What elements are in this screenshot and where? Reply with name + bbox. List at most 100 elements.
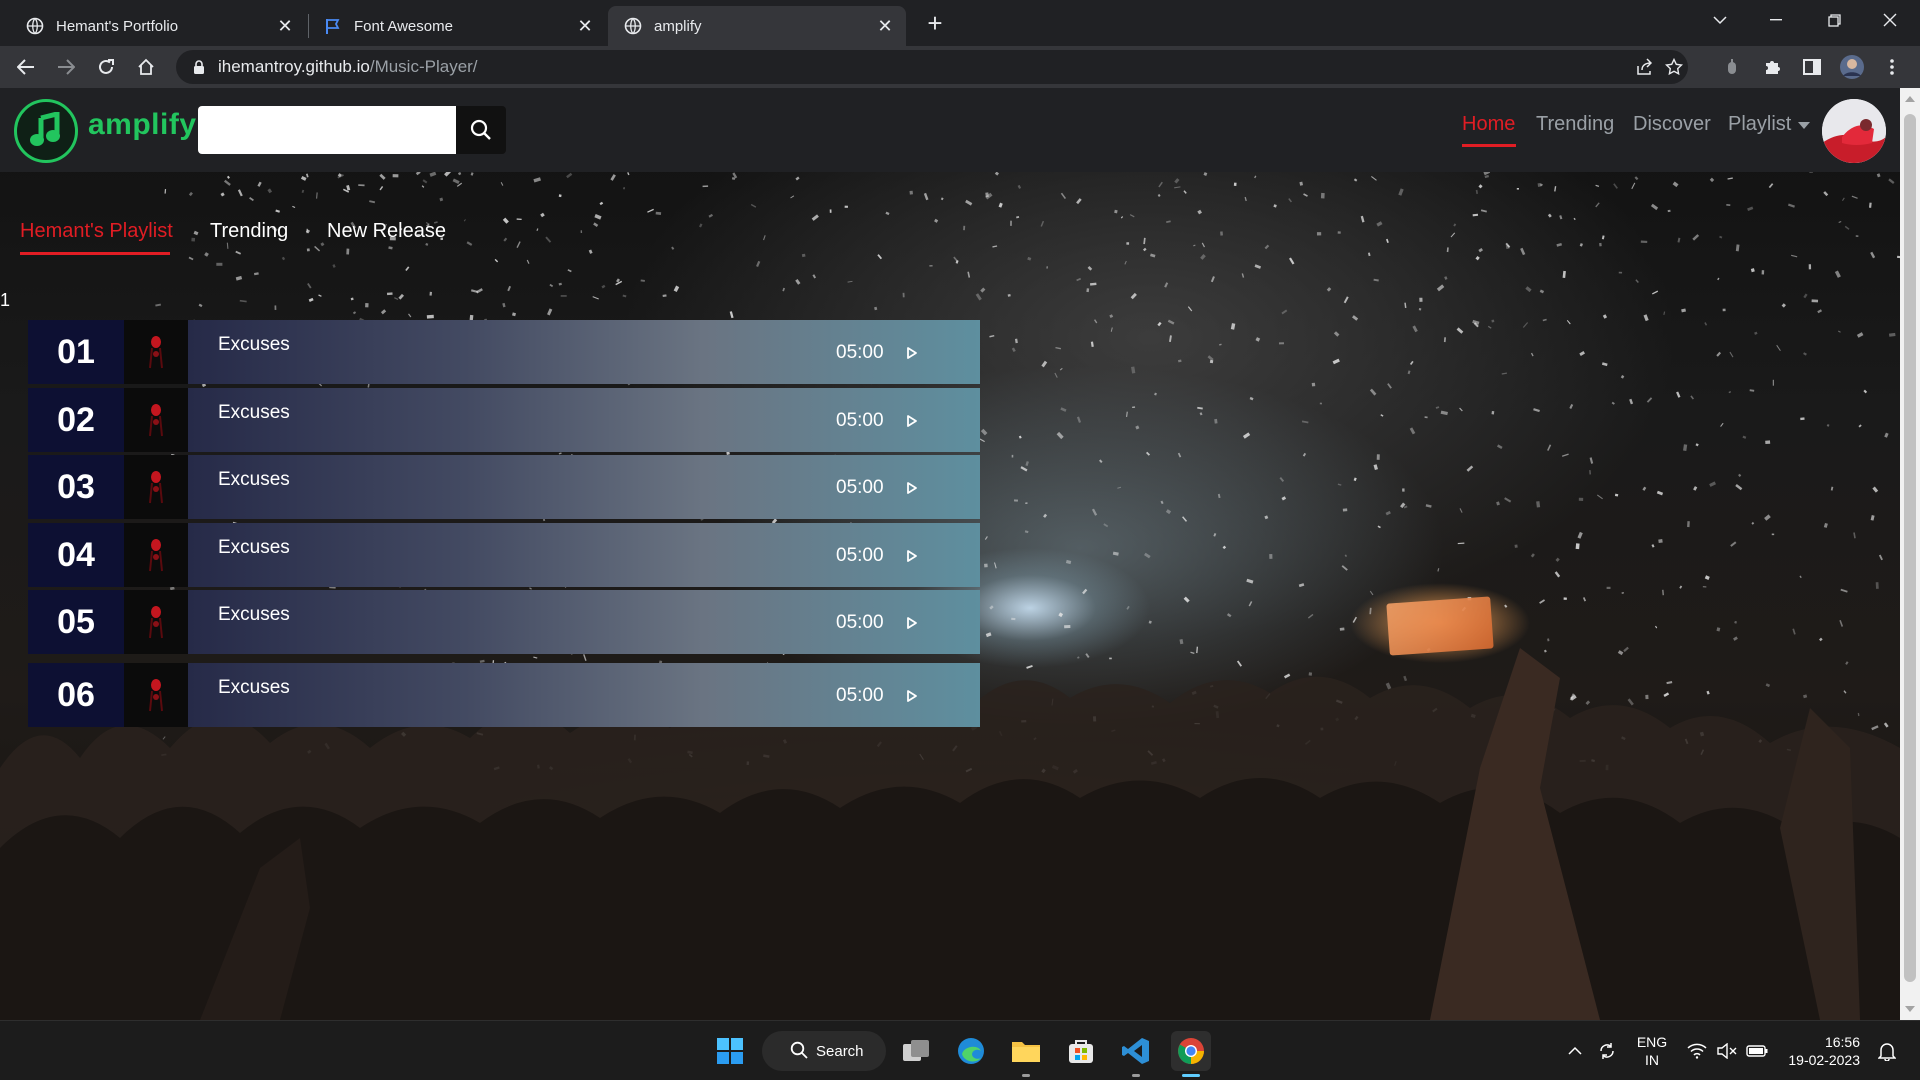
play-icon[interactable] [906,346,918,360]
close-icon[interactable]: ✕ [876,16,894,36]
clock[interactable]: 16:56 19-02-2023 [1780,1033,1860,1069]
edge-browser-icon[interactable] [951,1031,991,1071]
restore-button[interactable] [1806,0,1862,40]
address-bar[interactable]: ihemantroy.github.io/Music-Player/ [176,50,1688,84]
chrome-menu-icon[interactable] [1876,51,1908,83]
language-indicator[interactable]: ENG IN [1632,1033,1672,1069]
new-tab-button[interactable]: + [920,8,950,38]
logo-text[interactable]: amplify [88,108,197,142]
reload-button[interactable] [90,51,122,83]
play-icon[interactable] [906,689,918,703]
chevron-down-icon[interactable] [1798,122,1810,129]
play-icon[interactable] [906,414,918,428]
running-indicator [1022,1074,1030,1077]
wifi-icon[interactable] [1682,1031,1712,1071]
tab-font-awesome[interactable]: Font Awesome ✕ [310,6,606,46]
scroll-thumb[interactable] [1904,114,1916,982]
taskbar-search-button[interactable]: Search [762,1031,886,1071]
close-window-button[interactable] [1862,0,1918,40]
page-scrollbar[interactable] [1900,88,1920,1020]
tab-title: Hemant's Portfolio [56,17,179,35]
nav-playlist[interactable]: Playlist [1728,113,1791,136]
windows-start-icon[interactable] [710,1031,750,1071]
task-view-icon[interactable] [896,1031,936,1071]
phone-screen-glow [1386,596,1494,656]
vscode-icon[interactable] [1116,1031,1156,1071]
minimize-button[interactable] [1748,0,1804,40]
tab-new-release[interactable]: New Release [327,220,446,243]
language-code: ENG [1636,1034,1668,1050]
track-duration: 05:00 [836,685,884,706]
profile-avatar-icon[interactable] [1836,51,1868,83]
bookmark-star-icon[interactable] [1658,50,1690,84]
track-info[interactable]: Excuses 05:00 [188,590,980,654]
user-avatar[interactable] [1822,99,1886,163]
track-title: Excuses [218,677,290,698]
volume-muted-icon[interactable] [1712,1031,1742,1071]
extensions-puzzle-icon[interactable] [1756,51,1788,83]
tab-search-chevron-icon[interactable] [1692,0,1748,40]
track-info[interactable]: Excuses 05:00 [188,523,980,587]
track-info[interactable]: Excuses 05:00 [188,320,980,384]
track-thumbnail [124,320,188,384]
play-icon[interactable] [906,481,918,495]
extension-icon[interactable] [1716,51,1748,83]
track-thumbnail [124,590,188,654]
nav-discover[interactable]: Discover [1633,113,1711,136]
forward-button[interactable] [50,51,82,83]
nav-home[interactable]: Home [1462,113,1515,136]
chrome-icon[interactable] [1171,1031,1211,1071]
music-note-logo-icon[interactable] [14,99,78,163]
notification-bell-icon[interactable] [1872,1031,1902,1071]
back-button[interactable] [10,51,42,83]
track-info[interactable]: Excuses 05:00 [188,388,980,452]
region-code: IN [1645,1052,1659,1068]
close-icon[interactable]: ✕ [276,16,294,36]
tab-trending[interactable]: Trending [210,220,288,243]
url-host: ihemantroy.github.io [218,57,370,76]
track-thumbnail [124,455,188,519]
clock-date: 19-02-2023 [1788,1052,1860,1068]
track-title: Excuses [218,334,290,355]
track-row[interactable]: 01 Excuses 05:00 [28,320,980,384]
flag-icon [324,17,342,35]
play-icon[interactable] [906,616,918,630]
lock-icon[interactable] [190,58,208,76]
home-button[interactable] [130,51,162,83]
track-title: Excuses [218,604,290,625]
track-thumbnail [124,388,188,452]
share-icon[interactable] [1628,50,1660,84]
track-row[interactable]: 03 Excuses 05:00 [28,455,980,519]
search-input[interactable] [198,106,458,154]
track-number: 04 [28,523,124,587]
playlist-tab-underline [20,252,170,255]
chevron-up-icon[interactable] [1560,1031,1590,1071]
browser-toolbar: ihemantroy.github.io/Music-Player/ [0,46,1920,88]
battery-icon[interactable] [1742,1031,1772,1071]
track-row[interactable]: 02 Excuses 05:00 [28,388,980,452]
play-icon[interactable] [906,549,918,563]
scroll-up-arrow-icon[interactable] [1905,96,1915,102]
nav-trending[interactable]: Trending [1536,113,1614,136]
search-button[interactable] [456,106,506,154]
tab-hemants-portfolio[interactable]: Hemant's Portfolio ✕ [0,6,306,46]
track-thumbnail [124,523,188,587]
track-row[interactable]: 06 Excuses 05:00 [28,663,980,727]
clock-time: 16:56 [1824,1034,1860,1050]
tab-hemants-playlist[interactable]: Hemant's Playlist [20,220,173,243]
sync-icon[interactable] [1592,1031,1622,1071]
track-row[interactable]: 04 Excuses 05:00 [28,523,980,587]
side-panel-icon[interactable] [1796,51,1828,83]
tab-amplify[interactable]: amplify ✕ [608,6,906,46]
track-number: 06 [28,663,124,727]
file-explorer-icon[interactable] [1006,1031,1046,1071]
track-info[interactable]: Excuses 05:00 [188,663,980,727]
track-row[interactable]: 05 Excuses 05:00 [28,590,980,654]
microsoft-store-icon[interactable] [1061,1031,1101,1071]
scroll-down-arrow-icon[interactable] [1905,1006,1915,1012]
track-info[interactable]: Excuses 05:00 [188,455,980,519]
active-indicator [1182,1074,1200,1077]
close-icon[interactable]: ✕ [576,16,594,36]
track-duration: 05:00 [836,477,884,498]
app-header: amplify Home Trending Discover Playlist [0,88,1900,172]
